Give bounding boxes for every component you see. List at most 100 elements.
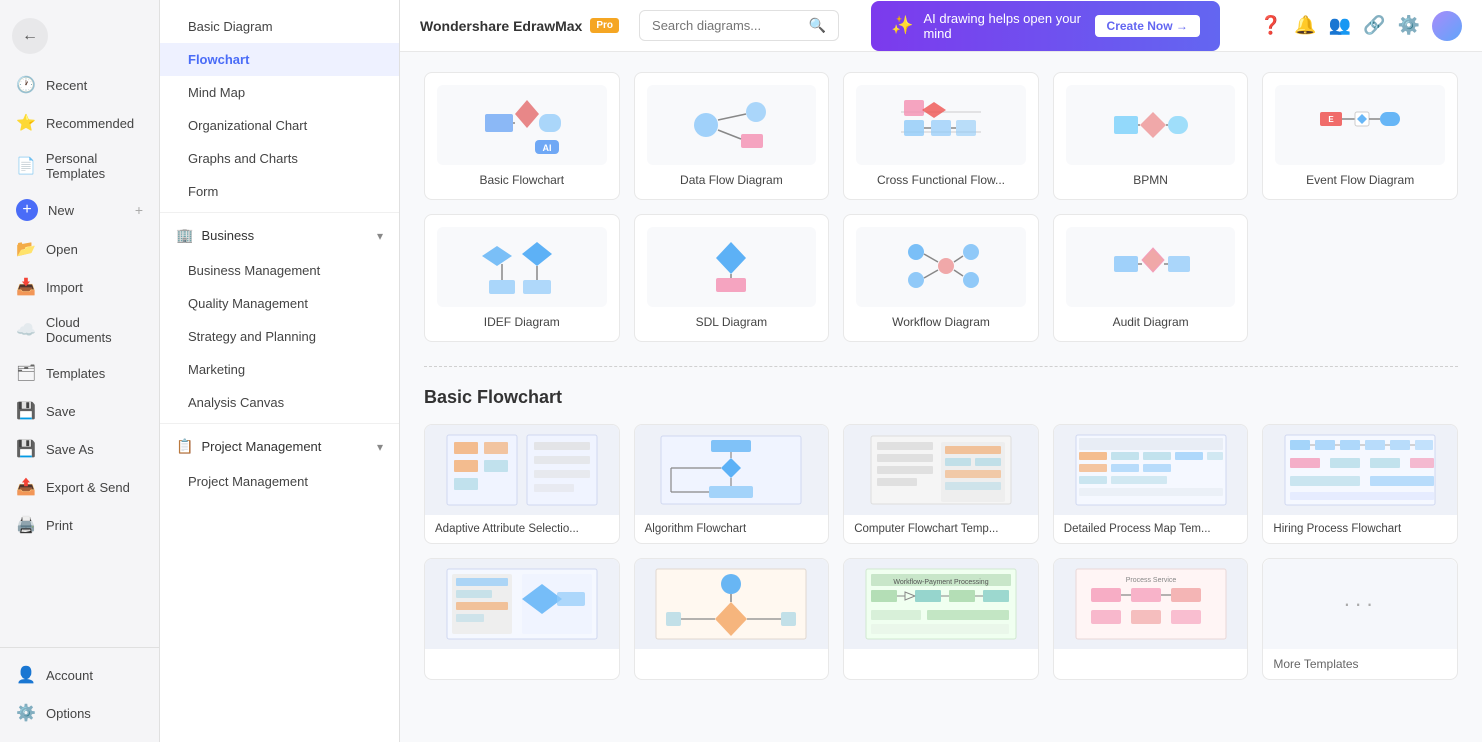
svg-text:E: E	[1329, 115, 1335, 124]
account-icon: 👤	[16, 665, 36, 685]
sidebar-label-recent: Recent	[46, 78, 87, 93]
nav-label-marketing: Marketing	[188, 362, 245, 377]
nav-mind-map[interactable]: Mind Map	[160, 76, 399, 109]
nav-label-basic-diagram: Basic Diagram	[188, 19, 273, 34]
ai-banner[interactable]: ✨ AI drawing helps open your mind Create…	[871, 1, 1220, 51]
diagram-card-audit[interactable]: Audit Diagram	[1053, 214, 1249, 342]
user-avatar[interactable]	[1432, 11, 1462, 41]
template-label-algorithm: Algorithm Flowchart	[635, 515, 829, 543]
share-icon[interactable]: 🔗	[1363, 15, 1385, 36]
template-img-row2-4: Process Service	[1054, 559, 1248, 649]
sidebar-item-save[interactable]: 💾 Save	[0, 392, 159, 430]
sidebar-label-export: Export & Send	[46, 480, 130, 495]
diagram-card-bpmn[interactable]: BPMN	[1053, 72, 1249, 200]
diagram-img-data-flow	[647, 85, 817, 165]
nav-label-analysis: Analysis Canvas	[188, 395, 284, 410]
sidebar-item-personal-templates[interactable]: 📄 Personal Templates	[0, 142, 159, 190]
template-card-computer[interactable]: Computer Flowchart Temp...	[843, 424, 1039, 544]
help-icon[interactable]: ❓	[1260, 15, 1282, 36]
back-button[interactable]: ←	[12, 18, 48, 54]
save-as-icon: 💾	[16, 439, 36, 459]
sidebar-label-account: Account	[46, 668, 93, 683]
nav-icon-project: 📋	[176, 438, 193, 455]
main-content: Wondershare EdrawMax Pro 🔍 ✨ AI drawing …	[400, 0, 1482, 742]
sidebar-item-options[interactable]: ⚙️ Options	[0, 694, 159, 732]
sidebar-item-open[interactable]: 📂 Open	[0, 230, 159, 268]
nav-strategy-planning[interactable]: Strategy and Planning	[160, 320, 399, 353]
nav-group-project-mgmt[interactable]: 📋 Project Management ▾	[160, 428, 399, 465]
nav-graphs-charts[interactable]: Graphs and Charts	[160, 142, 399, 175]
pro-badge: Pro	[590, 18, 619, 33]
diagram-img-workflow	[856, 227, 1026, 307]
diagram-img-bpmn	[1066, 85, 1236, 165]
diagram-label-workflow: Workflow Diagram	[892, 315, 990, 329]
sidebar-item-import[interactable]: 📥 Import	[0, 268, 159, 306]
diagram-card-cross-functional[interactable]: Cross Functional Flow...	[843, 72, 1039, 200]
nav-flowchart[interactable]: Flowchart	[160, 43, 399, 76]
nav-panel: Basic Diagram Flowchart Mind Map Organiz…	[160, 0, 400, 742]
template-card-row2-2[interactable]	[634, 558, 830, 680]
sidebar-label-cloud: Cloud Documents	[46, 315, 143, 345]
template-card-more[interactable]: ··· More Templates	[1262, 558, 1458, 680]
svg-text:Workflow-Payment Processing: Workflow-Payment Processing	[893, 579, 988, 586]
diagram-card-event-flow[interactable]: E Event Flow Diagram	[1262, 72, 1458, 200]
template-card-row2-3[interactable]: Workflow-Payment Processing	[843, 558, 1039, 680]
nav-divider-1	[160, 212, 399, 213]
ai-banner-text: AI drawing helps open your mind	[923, 11, 1084, 41]
nav-label-form: Form	[188, 184, 218, 199]
diagram-card-basic-flowchart[interactable]: AI Basic Flowchart	[424, 72, 620, 200]
diagram-card-idef[interactable]: IDEF Diagram	[424, 214, 620, 342]
sidebar-item-export[interactable]: 📤 Export & Send	[0, 468, 159, 506]
new-icon: +	[16, 199, 38, 221]
sidebar-item-print[interactable]: 🖨️ Print	[0, 506, 159, 544]
sidebar-item-new[interactable]: + New +	[0, 190, 159, 230]
template-card-detailed[interactable]: Detailed Process Map Tem...	[1053, 424, 1249, 544]
nav-form[interactable]: Form	[160, 175, 399, 208]
nav-divider-2	[160, 423, 399, 424]
recent-icon: 🕐	[16, 75, 36, 95]
diagram-img-event-flow: E	[1275, 85, 1445, 165]
nav-analysis-canvas[interactable]: Analysis Canvas	[160, 386, 399, 419]
notification-icon[interactable]: 🔔	[1294, 15, 1316, 36]
sidebar-item-save-as[interactable]: 💾 Save As	[0, 430, 159, 468]
template-card-row2-4[interactable]: Process Service	[1053, 558, 1249, 680]
diagram-label-sdl: SDL Diagram	[696, 315, 768, 329]
nav-basic-diagram[interactable]: Basic Diagram	[160, 10, 399, 43]
sidebar-label-options: Options	[46, 706, 91, 721]
nav-org-chart[interactable]: Organizational Chart	[160, 109, 399, 142]
sidebar-item-account[interactable]: 👤 Account	[0, 656, 159, 694]
search-bar[interactable]: 🔍	[639, 10, 839, 41]
nav-marketing[interactable]: Marketing	[160, 353, 399, 386]
template-img-row2-3: Workflow-Payment Processing	[844, 559, 1038, 649]
section-divider	[424, 366, 1458, 367]
template-card-hiring[interactable]: Hiring Process Flowchart	[1262, 424, 1458, 544]
sidebar-item-recent[interactable]: 🕐 Recent	[0, 66, 159, 104]
sidebar-top: ←	[0, 10, 159, 62]
nav-quality-management[interactable]: Quality Management	[160, 287, 399, 320]
diagram-card-data-flow[interactable]: Data Flow Diagram	[634, 72, 830, 200]
sidebar-label-print: Print	[46, 518, 73, 533]
template-label-row2-2	[635, 649, 829, 673]
diagram-label-basic-flowchart: Basic Flowchart	[479, 173, 564, 187]
diagram-card-workflow[interactable]: Workflow Diagram	[843, 214, 1039, 342]
more-templates-dots: ···	[1263, 559, 1457, 649]
nav-business-management[interactable]: Business Management	[160, 254, 399, 287]
nav-label-graphs: Graphs and Charts	[188, 151, 298, 166]
team-icon[interactable]: 👥	[1329, 15, 1351, 36]
nav-project-management-item[interactable]: Project Management	[160, 465, 399, 498]
sidebar-item-cloud[interactable]: ☁️ Cloud Documents	[0, 306, 159, 354]
ellipsis-icon: ···	[1343, 591, 1377, 617]
search-input[interactable]	[652, 18, 809, 33]
sidebar-item-templates[interactable]: 🗂 Templates	[0, 354, 159, 392]
export-icon: 📤	[16, 477, 36, 497]
templates-icon: 🗂	[16, 363, 36, 383]
nav-group-business[interactable]: 🏢 Business ▾	[160, 217, 399, 254]
sidebar-item-recommended[interactable]: ⭐ Recommended	[0, 104, 159, 142]
template-card-adaptive[interactable]: Adaptive Attribute Selectio...	[424, 424, 620, 544]
create-now-button[interactable]: Create Now →	[1095, 15, 1200, 37]
template-card-algorithm[interactable]: Algorithm Flowchart	[634, 424, 830, 544]
settings-icon[interactable]: ⚙️	[1398, 15, 1420, 36]
template-card-row2-1[interactable]	[424, 558, 620, 680]
sidebar-label-save-as: Save As	[46, 442, 94, 457]
diagram-card-sdl[interactable]: SDL Diagram	[634, 214, 830, 342]
